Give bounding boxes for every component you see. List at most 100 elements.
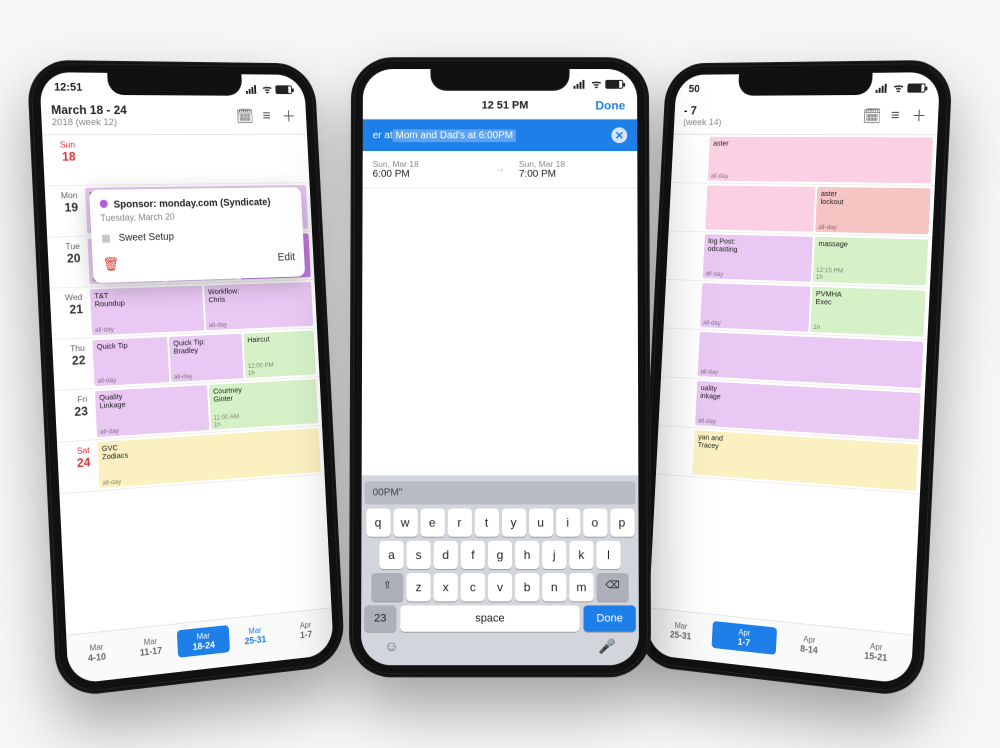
notch bbox=[738, 73, 873, 96]
week-nav-item[interactable]: Mar25-31 bbox=[649, 614, 713, 647]
event-color-dot bbox=[100, 200, 108, 208]
letter-key[interactable]: s bbox=[407, 541, 431, 569]
numeric-key[interactable]: 23 bbox=[364, 605, 396, 631]
status-time: 12:51 bbox=[54, 81, 83, 93]
letter-key[interactable]: e bbox=[420, 509, 444, 537]
shift-key[interactable]: ⇧ bbox=[371, 573, 403, 601]
time-range[interactable]: Sun, Mar 18 6:00 PM → Sun, Mar 18 7:00 P… bbox=[363, 151, 638, 189]
week-nav-item[interactable]: Apr1-7 bbox=[280, 614, 331, 646]
letter-key[interactable]: b bbox=[515, 573, 539, 601]
letter-key[interactable]: r bbox=[447, 509, 471, 537]
letter-key[interactable]: l bbox=[596, 541, 620, 569]
letter-key[interactable]: k bbox=[569, 541, 593, 569]
letter-key[interactable]: z bbox=[406, 573, 430, 601]
letter-key[interactable]: t bbox=[474, 509, 498, 537]
keyboard-done-key[interactable]: Done bbox=[583, 605, 635, 631]
week-nav-item[interactable]: Mar11-17 bbox=[123, 630, 178, 663]
keyboard-suggestion[interactable]: 00PM" bbox=[365, 481, 636, 504]
day-label: Sun18 bbox=[42, 135, 81, 185]
event-block[interactable]: asterlockoutall-day bbox=[815, 187, 930, 234]
letter-key[interactable]: g bbox=[488, 541, 512, 569]
clear-icon[interactable]: ✕ bbox=[611, 127, 627, 143]
event-block[interactable]: Haircut12:00 PM1h bbox=[243, 331, 315, 379]
day-label bbox=[666, 231, 701, 280]
edit-button[interactable]: Edit bbox=[277, 251, 295, 267]
calendar-small-icon: ▦ bbox=[101, 233, 111, 244]
event-block[interactable]: massage12:15 PM1h bbox=[813, 237, 929, 286]
day-label bbox=[659, 377, 694, 427]
letter-key[interactable]: w bbox=[393, 509, 417, 537]
mic-icon[interactable]: 🎤 bbox=[598, 638, 616, 655]
header-subtitle: (week 14) bbox=[683, 117, 857, 128]
calendar-icon[interactable]: 🗓 bbox=[862, 106, 881, 124]
letter-key[interactable]: p bbox=[610, 509, 634, 537]
screen-center: ᯤ 12 51 PM Done er at Mom and Dad's at 6… bbox=[361, 69, 639, 665]
phone-left: 12:51 ᯤ March 18 - 24 2018 (week 12) 🗓 ≡… bbox=[26, 60, 345, 699]
phone-center: ᯤ 12 51 PM Done er at Mom and Dad's at 6… bbox=[349, 57, 651, 677]
week-nav-item[interactable]: Mar4-10 bbox=[69, 636, 125, 670]
day-label: Sat24 bbox=[57, 440, 96, 493]
space-key[interactable]: space bbox=[400, 605, 579, 631]
letter-key[interactable]: q bbox=[366, 509, 390, 537]
week-nav-item[interactable]: Apr1-7 bbox=[712, 621, 778, 655]
letter-key[interactable]: a bbox=[379, 541, 403, 569]
event-block[interactable]: all-day bbox=[698, 332, 924, 388]
add-icon[interactable]: ＋ bbox=[910, 105, 929, 126]
event-block[interactable]: all-day bbox=[700, 283, 810, 332]
week-nav-item[interactable]: Apr8-14 bbox=[776, 628, 843, 663]
letter-key[interactable]: j bbox=[542, 541, 566, 569]
week-nav-item[interactable]: Mar25-31 bbox=[229, 620, 281, 652]
event-block[interactable]: Workflow:Chrisall-day bbox=[204, 282, 313, 330]
day-label: Mon19 bbox=[45, 186, 84, 237]
battery-icon bbox=[907, 83, 925, 92]
letter-key[interactable]: d bbox=[434, 541, 458, 569]
popup-subtitle: Tuesday, March 20 bbox=[100, 210, 293, 224]
phone-right: 50 ᯤ - 7 (week 14) 🗓 ≡ ＋ asterall-dayast… bbox=[635, 60, 953, 699]
calendar-icon[interactable]: 🗓 bbox=[236, 107, 254, 125]
popup-calendar-name: Sweet Setup bbox=[118, 232, 174, 244]
day-label bbox=[664, 280, 699, 329]
done-button[interactable]: Done bbox=[595, 99, 625, 113]
week-nav-item[interactable]: Mar18-24 bbox=[177, 625, 231, 658]
backspace-key[interactable]: ⌫ bbox=[596, 573, 628, 601]
letter-key[interactable]: c bbox=[461, 573, 485, 601]
natural-language-input[interactable]: er at Mom and Dad's at 6:00PM ✕ bbox=[363, 119, 638, 151]
letter-key[interactable]: u bbox=[529, 509, 553, 537]
letter-key[interactable]: n bbox=[542, 573, 566, 601]
list-icon[interactable]: ≡ bbox=[258, 108, 275, 125]
event-block[interactable]: CourtneyGinter11:00 AM1h bbox=[209, 379, 318, 430]
signal-icon bbox=[573, 79, 587, 88]
event-block[interactable]: T&TRoundupall-day bbox=[90, 286, 204, 336]
event-popup[interactable]: Sponsor: monday.com (Syndicate) Tuesday,… bbox=[89, 187, 305, 283]
wifi-icon: ᯤ bbox=[893, 80, 904, 95]
letter-key[interactable]: y bbox=[502, 509, 526, 537]
from-date: Sun, Mar 18 bbox=[373, 159, 481, 169]
day-label: Tue20 bbox=[47, 237, 86, 288]
delete-button[interactable]: 🗑 bbox=[102, 256, 119, 273]
letter-key[interactable]: x bbox=[434, 573, 458, 601]
day-label bbox=[671, 135, 706, 183]
week-nav-item[interactable]: Apr15-21 bbox=[842, 635, 911, 670]
week-grid: Sponsor: monday.com (Syndicate) Tuesday,… bbox=[42, 135, 324, 495]
event-block[interactable]: Quick Tip:Bradleyall-day bbox=[169, 334, 244, 382]
list-icon[interactable]: ≡ bbox=[886, 107, 905, 124]
event-block[interactable]: asterall-day bbox=[708, 137, 933, 183]
event-block[interactable]: QualityLinkageall-day bbox=[95, 385, 209, 437]
week-nav: Mar25-31Apr1-7Apr8-14Apr15-21 bbox=[647, 607, 914, 684]
letter-key[interactable]: o bbox=[583, 509, 607, 537]
event-block[interactable]: Quick Tipall-day bbox=[92, 337, 169, 386]
add-icon[interactable]: ＋ bbox=[280, 106, 298, 126]
letter-key[interactable]: i bbox=[556, 509, 580, 537]
event-block[interactable]: log Post:odcastingall-day bbox=[703, 234, 813, 281]
emoji-icon[interactable]: ☺ bbox=[384, 638, 398, 655]
letter-key[interactable]: h bbox=[515, 541, 539, 569]
day-label: Fri23 bbox=[55, 389, 94, 441]
letter-key[interactable]: v bbox=[488, 573, 512, 601]
event-block[interactable] bbox=[705, 185, 815, 231]
popup-title: Sponsor: monday.com (Syndicate) bbox=[113, 197, 270, 210]
calendar-header: March 18 - 24 2018 (week 12) 🗓 ≡ ＋ bbox=[41, 99, 308, 136]
letter-key[interactable]: f bbox=[461, 541, 485, 569]
letter-key[interactable]: m bbox=[569, 573, 593, 601]
day-label: Thu22 bbox=[52, 338, 91, 390]
event-block[interactable]: PVMHAExec1h bbox=[810, 287, 926, 337]
